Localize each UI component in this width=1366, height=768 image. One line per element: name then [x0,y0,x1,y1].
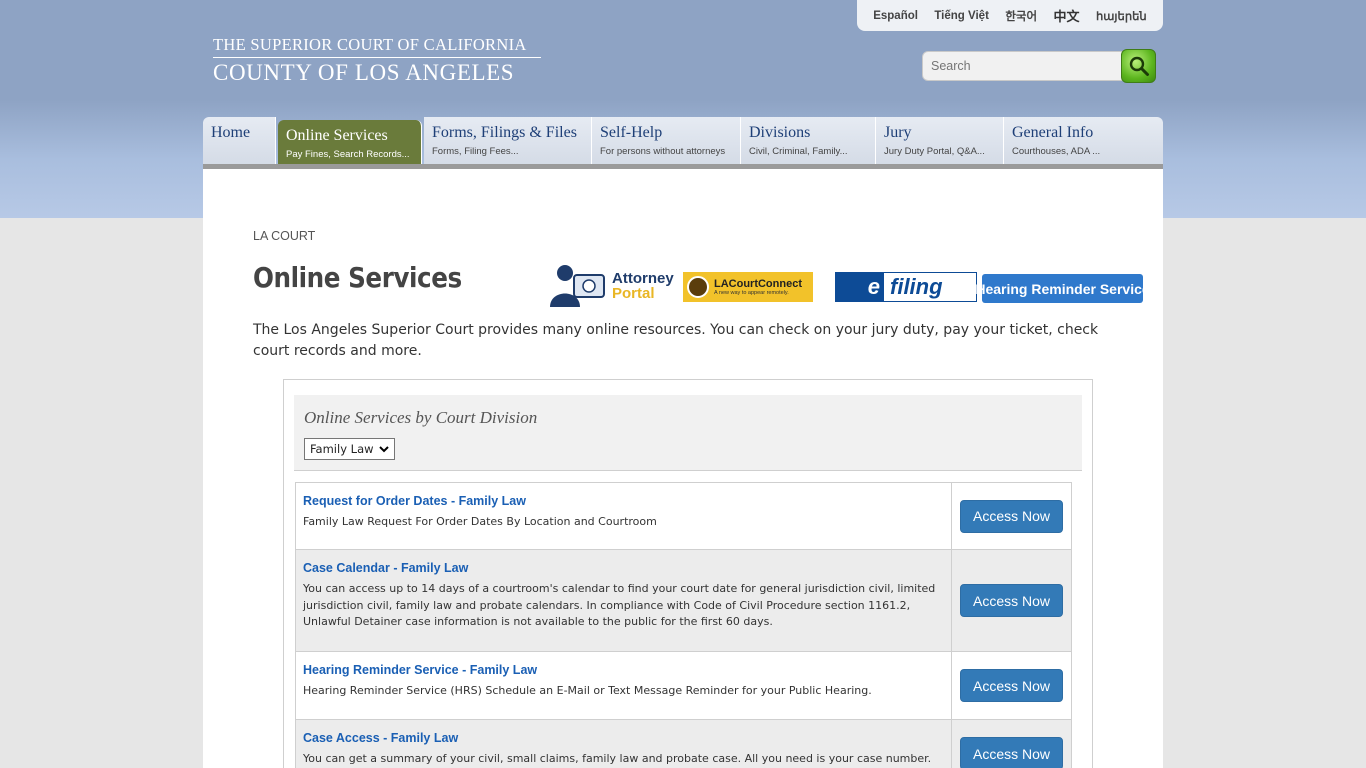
service-description: You can get a summary of your civil, sma… [303,752,932,765]
nav-forms-title: Forms, Filings & Files [432,124,577,141]
division-panel-header: Online Services by Court Division Family… [294,395,1082,471]
nav-general-info[interactable]: General Info Courthouses, ADA ... [1004,117,1163,165]
logo-line-1: THE SUPERIOR COURT OF CALIFORNIA [213,35,527,54]
attorney-portal-text: Attorney Portal [612,271,674,301]
lacourtconnect-title: LACourtConnect [714,278,802,290]
nav-jury[interactable]: Jury Jury Duty Portal, Q&A... [876,117,1004,165]
lang-chinese[interactable]: 中文 [1054,6,1080,25]
nav-home[interactable]: Home [203,117,276,165]
chevron-down-icon [379,446,389,453]
division-select[interactable]: Family Law [304,438,395,460]
nav-forms[interactable]: Forms, Filings & Files Forms, Filing Fee… [424,117,592,165]
search-input[interactable] [922,51,1127,81]
nav-home-title: Home [211,124,251,141]
service-info: Hearing Reminder Service - Family Law He… [296,652,952,719]
attorney-portal-line-1: Attorney [612,270,674,287]
attorney-portal-link[interactable]: Attorney Portal [548,263,676,309]
page-title: Online Services [253,261,462,294]
service-action: Access Now [952,652,1071,719]
service-title[interactable]: Request for Order Dates - Family Law [303,494,943,508]
intro-text: The Los Angeles Superior Court provides … [253,322,1099,359]
service-title[interactable]: Hearing Reminder Service - Family Law [303,663,943,677]
lang-korean[interactable]: 한국어 [1005,8,1037,24]
efiling-e: e [836,273,884,301]
service-row: Request for Order Dates - Family Law Fam… [295,482,1072,550]
breadcrumb[interactable]: LA COURT [253,229,315,243]
service-row: Case Access - Family Law You can get a s… [295,720,1072,768]
language-bar: Español Tiếng Việt 한국어 中文 հայերեն [857,0,1163,31]
nav-online-services-sub: Pay Fines, Search Records... [286,149,410,160]
lacourtconnect-link[interactable]: LACourtConnect A new way to appear remot… [683,272,813,302]
division-panel: Online Services by Court Division Family… [283,379,1093,768]
court-seal-icon [687,276,709,298]
service-row: Case Calendar - Family Law You can acces… [295,550,1072,652]
service-action: Access Now [952,720,1071,768]
service-action: Access Now [952,483,1071,549]
nav-divisions-title: Divisions [749,124,811,141]
service-description: Family Law Request For Order Dates By Lo… [303,515,657,528]
service-list: Request for Order Dates - Family Law Fam… [295,482,1072,768]
nav-online-services-title: Online Services [286,127,388,144]
access-now-button[interactable]: Access Now [960,584,1063,617]
nav-jury-sub: Jury Duty Portal, Q&A... [884,146,985,157]
nav-self-help[interactable]: Self-Help For persons without attorneys [592,117,741,165]
nav-online-services[interactable]: Online Services Pay Fines, Search Record… [278,120,422,165]
hearing-reminder-link[interactable]: Hearing Reminder Service [975,274,1150,303]
division-select-value: Family Law [310,442,374,456]
search-icon [1129,56,1149,76]
service-description: Hearing Reminder Service (HRS) Schedule … [303,684,872,697]
service-info: Request for Order Dates - Family Law Fam… [296,483,952,549]
nav-general-info-sub: Courthouses, ADA ... [1012,146,1101,157]
access-now-button[interactable]: Access Now [960,737,1063,768]
nav-general-info-title: General Info [1012,124,1094,141]
service-action: Access Now [952,550,1071,651]
lacourtconnect-text: LACourtConnect A new way to appear remot… [714,278,802,296]
lacourtconnect-tagline: A new way to appear remotely. [714,290,789,296]
nav-jury-title: Jury [884,124,912,141]
service-info: Case Access - Family Law You can get a s… [296,720,952,768]
attorney-portal-line-2: Portal [612,285,655,302]
attorney-person-icon [550,265,605,307]
access-now-button[interactable]: Access Now [960,499,1063,533]
service-description: You can access up to 14 days of a courtr… [303,582,936,628]
service-row: Hearing Reminder Service - Family Law He… [295,652,1072,720]
logo-line-2: COUNTY OF LOS ANGELES [213,60,515,85]
lang-armenian[interactable]: հայերեն [1096,9,1147,23]
access-now-button[interactable]: Access Now [960,669,1063,702]
logo-divider [213,57,541,58]
nav-divisions[interactable]: Divisions Civil, Criminal, Family... [741,117,876,165]
nav-forms-sub: Forms, Filing Fees... [432,146,519,157]
division-panel-title: Online Services by Court Division [304,408,538,427]
service-title[interactable]: Case Access - Family Law [303,731,943,745]
nav-self-help-sub: For persons without attorneys [600,146,726,157]
search-button[interactable] [1121,49,1156,83]
efiling-link[interactable]: e filing [835,272,977,302]
service-title[interactable]: Case Calendar - Family Law [303,561,943,575]
lang-spanish[interactable]: Español [873,10,918,22]
main-nav: Home Online Services Pay Fines, Search R… [203,117,1163,165]
efiling-text: filing [890,274,943,299]
main-content: LA COURT Online Services Attorney Portal… [203,169,1163,768]
court-logo[interactable]: THE SUPERIOR COURT OF CALIFORNIA COUNTY … [213,36,541,86]
lang-vietnamese[interactable]: Tiếng Việt [934,10,989,22]
service-info: Case Calendar - Family Law You can acces… [296,550,952,651]
nav-self-help-title: Self-Help [600,124,663,141]
nav-divisions-sub: Civil, Criminal, Family... [749,146,848,157]
